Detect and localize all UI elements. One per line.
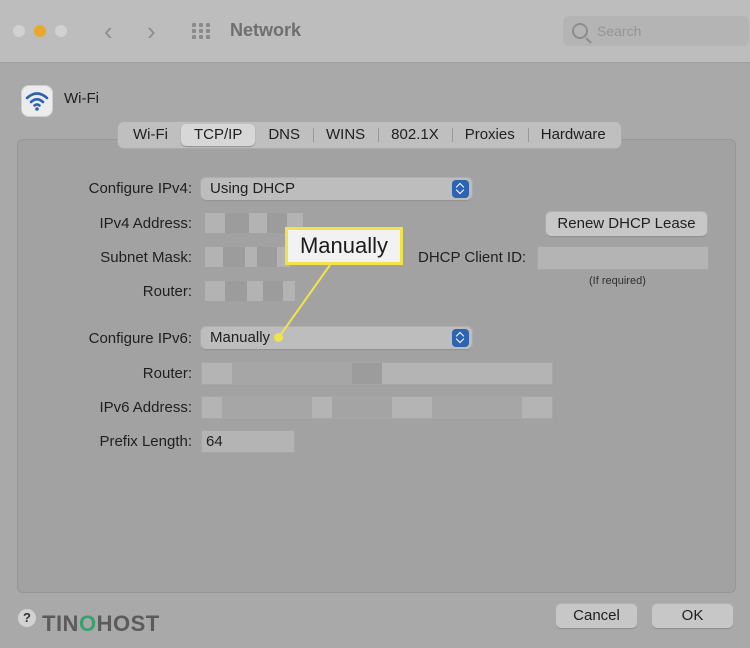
tinohost-watermark-logo: TINOHOST	[42, 611, 160, 636]
callout-dot	[274, 333, 283, 342]
help-button[interactable]: ?	[18, 609, 36, 627]
cancel-button[interactable]: Cancel	[556, 604, 637, 628]
manually-callout: Manually	[285, 227, 403, 265]
callout-pointer-line	[278, 264, 331, 338]
ok-button[interactable]: OK	[652, 604, 733, 628]
